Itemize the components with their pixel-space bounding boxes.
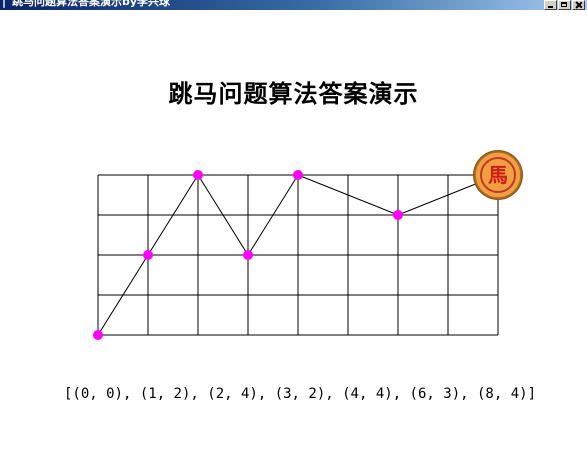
- chess-board: 馬: [93, 150, 523, 340]
- path-readout: [(0, 0), (1, 2), (2, 4), (3, 2), (4, 4),…: [63, 386, 536, 402]
- path-point: [393, 210, 403, 220]
- horse-piece[interactable]: 馬: [473, 150, 523, 200]
- path-point: [243, 250, 253, 260]
- path-point: [143, 250, 153, 260]
- path-point: [193, 170, 203, 180]
- path-point: [93, 330, 103, 340]
- horse-piece-char: 馬: [488, 163, 508, 187]
- path-point: [293, 170, 303, 180]
